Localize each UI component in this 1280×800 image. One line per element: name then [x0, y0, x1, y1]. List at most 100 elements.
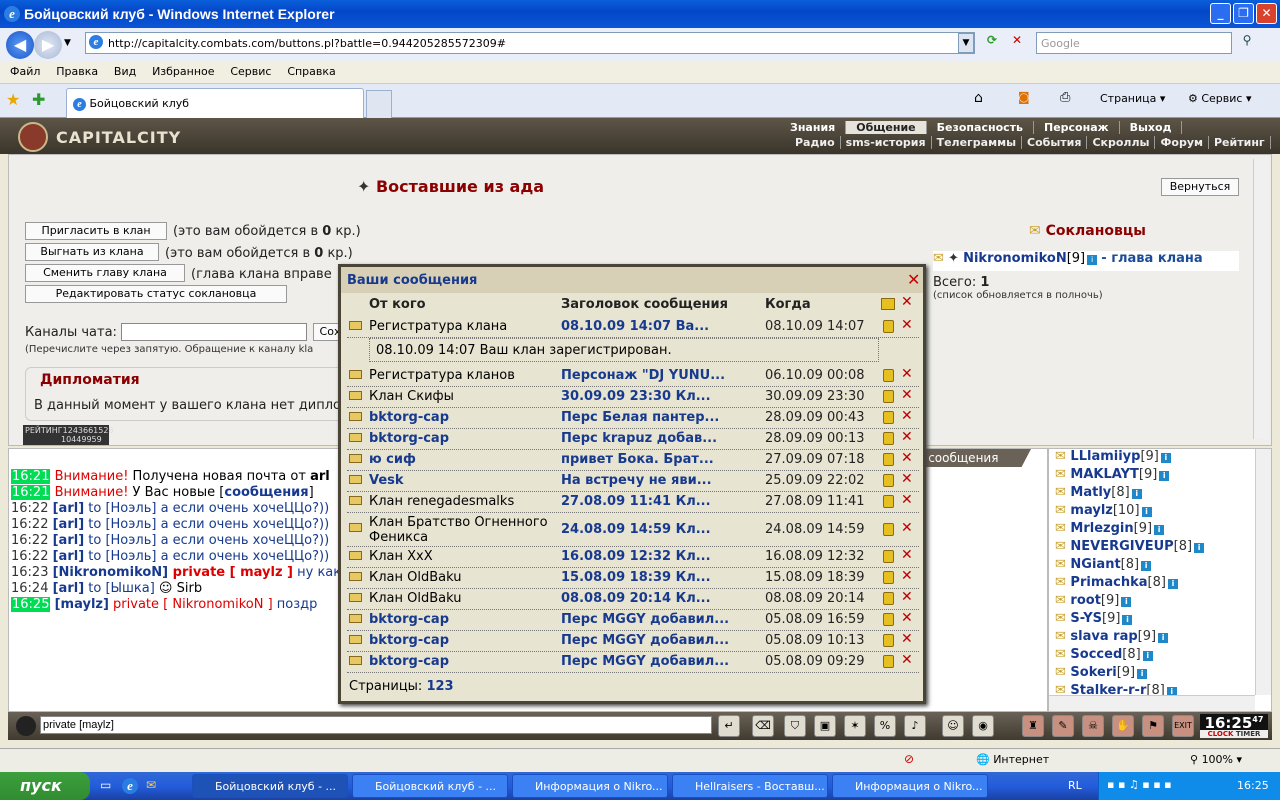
nav-telegrams[interactable]: Телеграммы — [932, 136, 1023, 149]
private-msg-icon[interactable]: ✉ — [1055, 575, 1070, 590]
private-msg-icon[interactable]: ✉ — [1055, 539, 1070, 554]
search-icon[interactable]: ⚲ — [1236, 33, 1258, 53]
delete-icon[interactable]: ✕ — [901, 450, 913, 466]
user-info-icon[interactable]: i — [1160, 453, 1171, 463]
message-row[interactable]: bktorg-cap Перс MGGY добавил... 05.08.09 0… — [347, 652, 919, 673]
lock-all-icon[interactable] — [881, 298, 895, 310]
delete-icon[interactable]: ✕ — [901, 408, 913, 424]
feeds-icon[interactable]: ◙ — [1018, 90, 1030, 104]
chat-tab-messages[interactable]: е сообщения — [913, 449, 1031, 467]
user-info-icon[interactable]: i — [1159, 471, 1170, 481]
scroll-icon[interactable]: ✎ — [1052, 715, 1074, 737]
menu-file[interactable]: Файл — [4, 62, 46, 78]
message-from[interactable]: Клан Братство Огненного Феникса — [369, 515, 549, 545]
delete-icon[interactable]: ✕ — [901, 589, 913, 605]
task-info-nikro-2[interactable]: Информация о Nikro... — [832, 774, 988, 798]
nav-exit[interactable]: Выход — [1120, 121, 1183, 134]
private-msg-icon[interactable]: ✉ — [1055, 449, 1070, 464]
lock-icon[interactable] — [883, 320, 894, 333]
new-tab-button[interactable] — [366, 90, 392, 118]
message-from[interactable]: Регистратура кланов — [369, 368, 515, 383]
message-from[interactable]: bktorg-cap — [369, 410, 449, 425]
user-info-icon[interactable]: i — [1167, 579, 1178, 589]
search-input[interactable]: Google — [1036, 32, 1232, 54]
history-dropdown-icon[interactable]: ▼ — [64, 38, 71, 48]
chat-text[interactable]: сообщения — [224, 485, 308, 500]
private-msg-icon[interactable]: ✉ — [1055, 503, 1070, 518]
private-msg-icon[interactable]: ✉ — [1055, 611, 1070, 626]
show-desktop-icon[interactable]: ▭ — [100, 778, 111, 792]
user-name[interactable]: Mrlezgin — [1070, 521, 1133, 536]
menu-favorites[interactable]: Избранное — [146, 62, 220, 78]
user-name[interactable]: NGiant — [1070, 557, 1120, 572]
user-info-icon[interactable]: i — [1142, 651, 1153, 661]
change-leader-button[interactable]: Сменить главу клана — [25, 264, 185, 282]
user-name[interactable]: slava rap — [1070, 629, 1137, 644]
private-msg-icon[interactable]: ✉ — [1055, 467, 1070, 482]
user-info-icon[interactable]: i — [1131, 489, 1142, 499]
delete-icon[interactable]: ✕ — [901, 520, 913, 536]
message-subject[interactable]: 30.09.09 23:30 Кл... — [561, 389, 711, 404]
user-info-icon[interactable]: i — [1141, 507, 1152, 517]
message-row[interactable]: Клан OldBaku 15.08.09 18:39 Кл... 15.08.09… — [347, 568, 919, 589]
delete-icon[interactable]: ✕ — [901, 652, 913, 668]
lock-icon[interactable] — [883, 453, 894, 466]
leader-name[interactable]: NikronomikoN — [963, 251, 1067, 266]
delete-icon[interactable]: ✕ — [901, 429, 913, 445]
task-fight-club-2[interactable]: Бойцовский клуб - ... — [352, 774, 508, 798]
message-subject[interactable]: 08.08.09 20:14 Кл... — [561, 591, 711, 606]
task-info-nikro-1[interactable]: Информация о Nikro... — [512, 774, 668, 798]
delete-icon[interactable]: ✕ — [901, 568, 913, 584]
private-msg-icon[interactable]: ✉ — [1055, 485, 1070, 500]
user-info-icon[interactable]: i — [1158, 633, 1169, 643]
message-row[interactable]: ю сиф привет Бока. Брат... 27.09.09 07:18 ✕ — [347, 450, 919, 471]
chat-text[interactable]: [arl] — [53, 533, 85, 548]
user-info-icon[interactable]: i — [1141, 561, 1152, 571]
message-from[interactable]: Vesk — [369, 473, 404, 488]
lock-icon[interactable] — [883, 432, 894, 445]
menu-help[interactable]: Справка — [281, 62, 341, 78]
nav-sms-history[interactable]: sms-история — [841, 136, 932, 149]
user-name[interactable]: MAKLAYT — [1070, 467, 1138, 482]
nav-communication[interactable]: Общение — [846, 121, 927, 134]
stop-icon[interactable]: ✕ — [1007, 33, 1027, 53]
delete-icon[interactable]: ✕ — [901, 317, 913, 333]
chat-text[interactable]: [arl] — [53, 517, 85, 532]
bag-icon[interactable]: ♜ — [1022, 715, 1044, 737]
user-info-icon[interactable]: i — [1122, 615, 1133, 625]
smiley-menu-icon[interactable] — [16, 716, 36, 736]
user-info-icon[interactable]: i — [1194, 543, 1205, 553]
private-msg-icon[interactable]: ✉ — [1055, 521, 1070, 536]
delete-icon[interactable]: ✕ — [901, 492, 913, 508]
chat-text[interactable]: [arl] — [53, 581, 85, 596]
user-name[interactable]: S-YS — [1070, 611, 1102, 626]
message-subject[interactable]: Персонаж "DJ YUNU... — [561, 368, 725, 383]
lock-icon[interactable] — [883, 592, 894, 605]
add-favorite-icon[interactable]: ✚ — [32, 90, 45, 109]
invite-button[interactable]: Пригласить в клан — [25, 222, 167, 240]
save-chat-icon[interactable]: ▣ — [814, 715, 836, 737]
back-return-button[interactable]: Вернуться — [1161, 178, 1239, 196]
print-icon[interactable]: ⎙ — [1060, 90, 1070, 105]
page-menu[interactable]: Страница ▾ — [1100, 92, 1165, 105]
menu-view[interactable]: Вид — [108, 62, 142, 78]
user-name[interactable]: Sokeri — [1070, 665, 1116, 680]
lock-icon[interactable] — [883, 369, 894, 382]
lock-icon[interactable] — [883, 655, 894, 668]
private-msg-icon[interactable]: ✉ — [1055, 557, 1070, 572]
nav-forum[interactable]: Форум — [1155, 136, 1209, 149]
message-row[interactable]: Регистратура клана 08.10.09 14:07 Ва... 08… — [347, 317, 919, 338]
language-indicator[interactable]: RL — [1068, 779, 1082, 792]
minimize-button[interactable]: _ — [1210, 3, 1231, 24]
delete-icon[interactable]: ✕ — [901, 631, 913, 647]
kick-button[interactable]: Выгнать из клана — [25, 243, 159, 261]
delete-icon[interactable]: ✕ — [901, 471, 913, 487]
flag-icon[interactable]: ⚑ — [1142, 715, 1164, 737]
user-info-icon[interactable]: i — [1154, 525, 1165, 535]
message-from[interactable]: bktorg-cap — [369, 654, 449, 669]
user-name[interactable]: Socced — [1070, 647, 1122, 662]
nav-radio[interactable]: Радио — [790, 136, 841, 149]
leader-info-icon[interactable]: i — [1087, 255, 1098, 265]
start-button[interactable]: пуск — [0, 772, 90, 800]
lock-icon[interactable] — [883, 613, 894, 626]
